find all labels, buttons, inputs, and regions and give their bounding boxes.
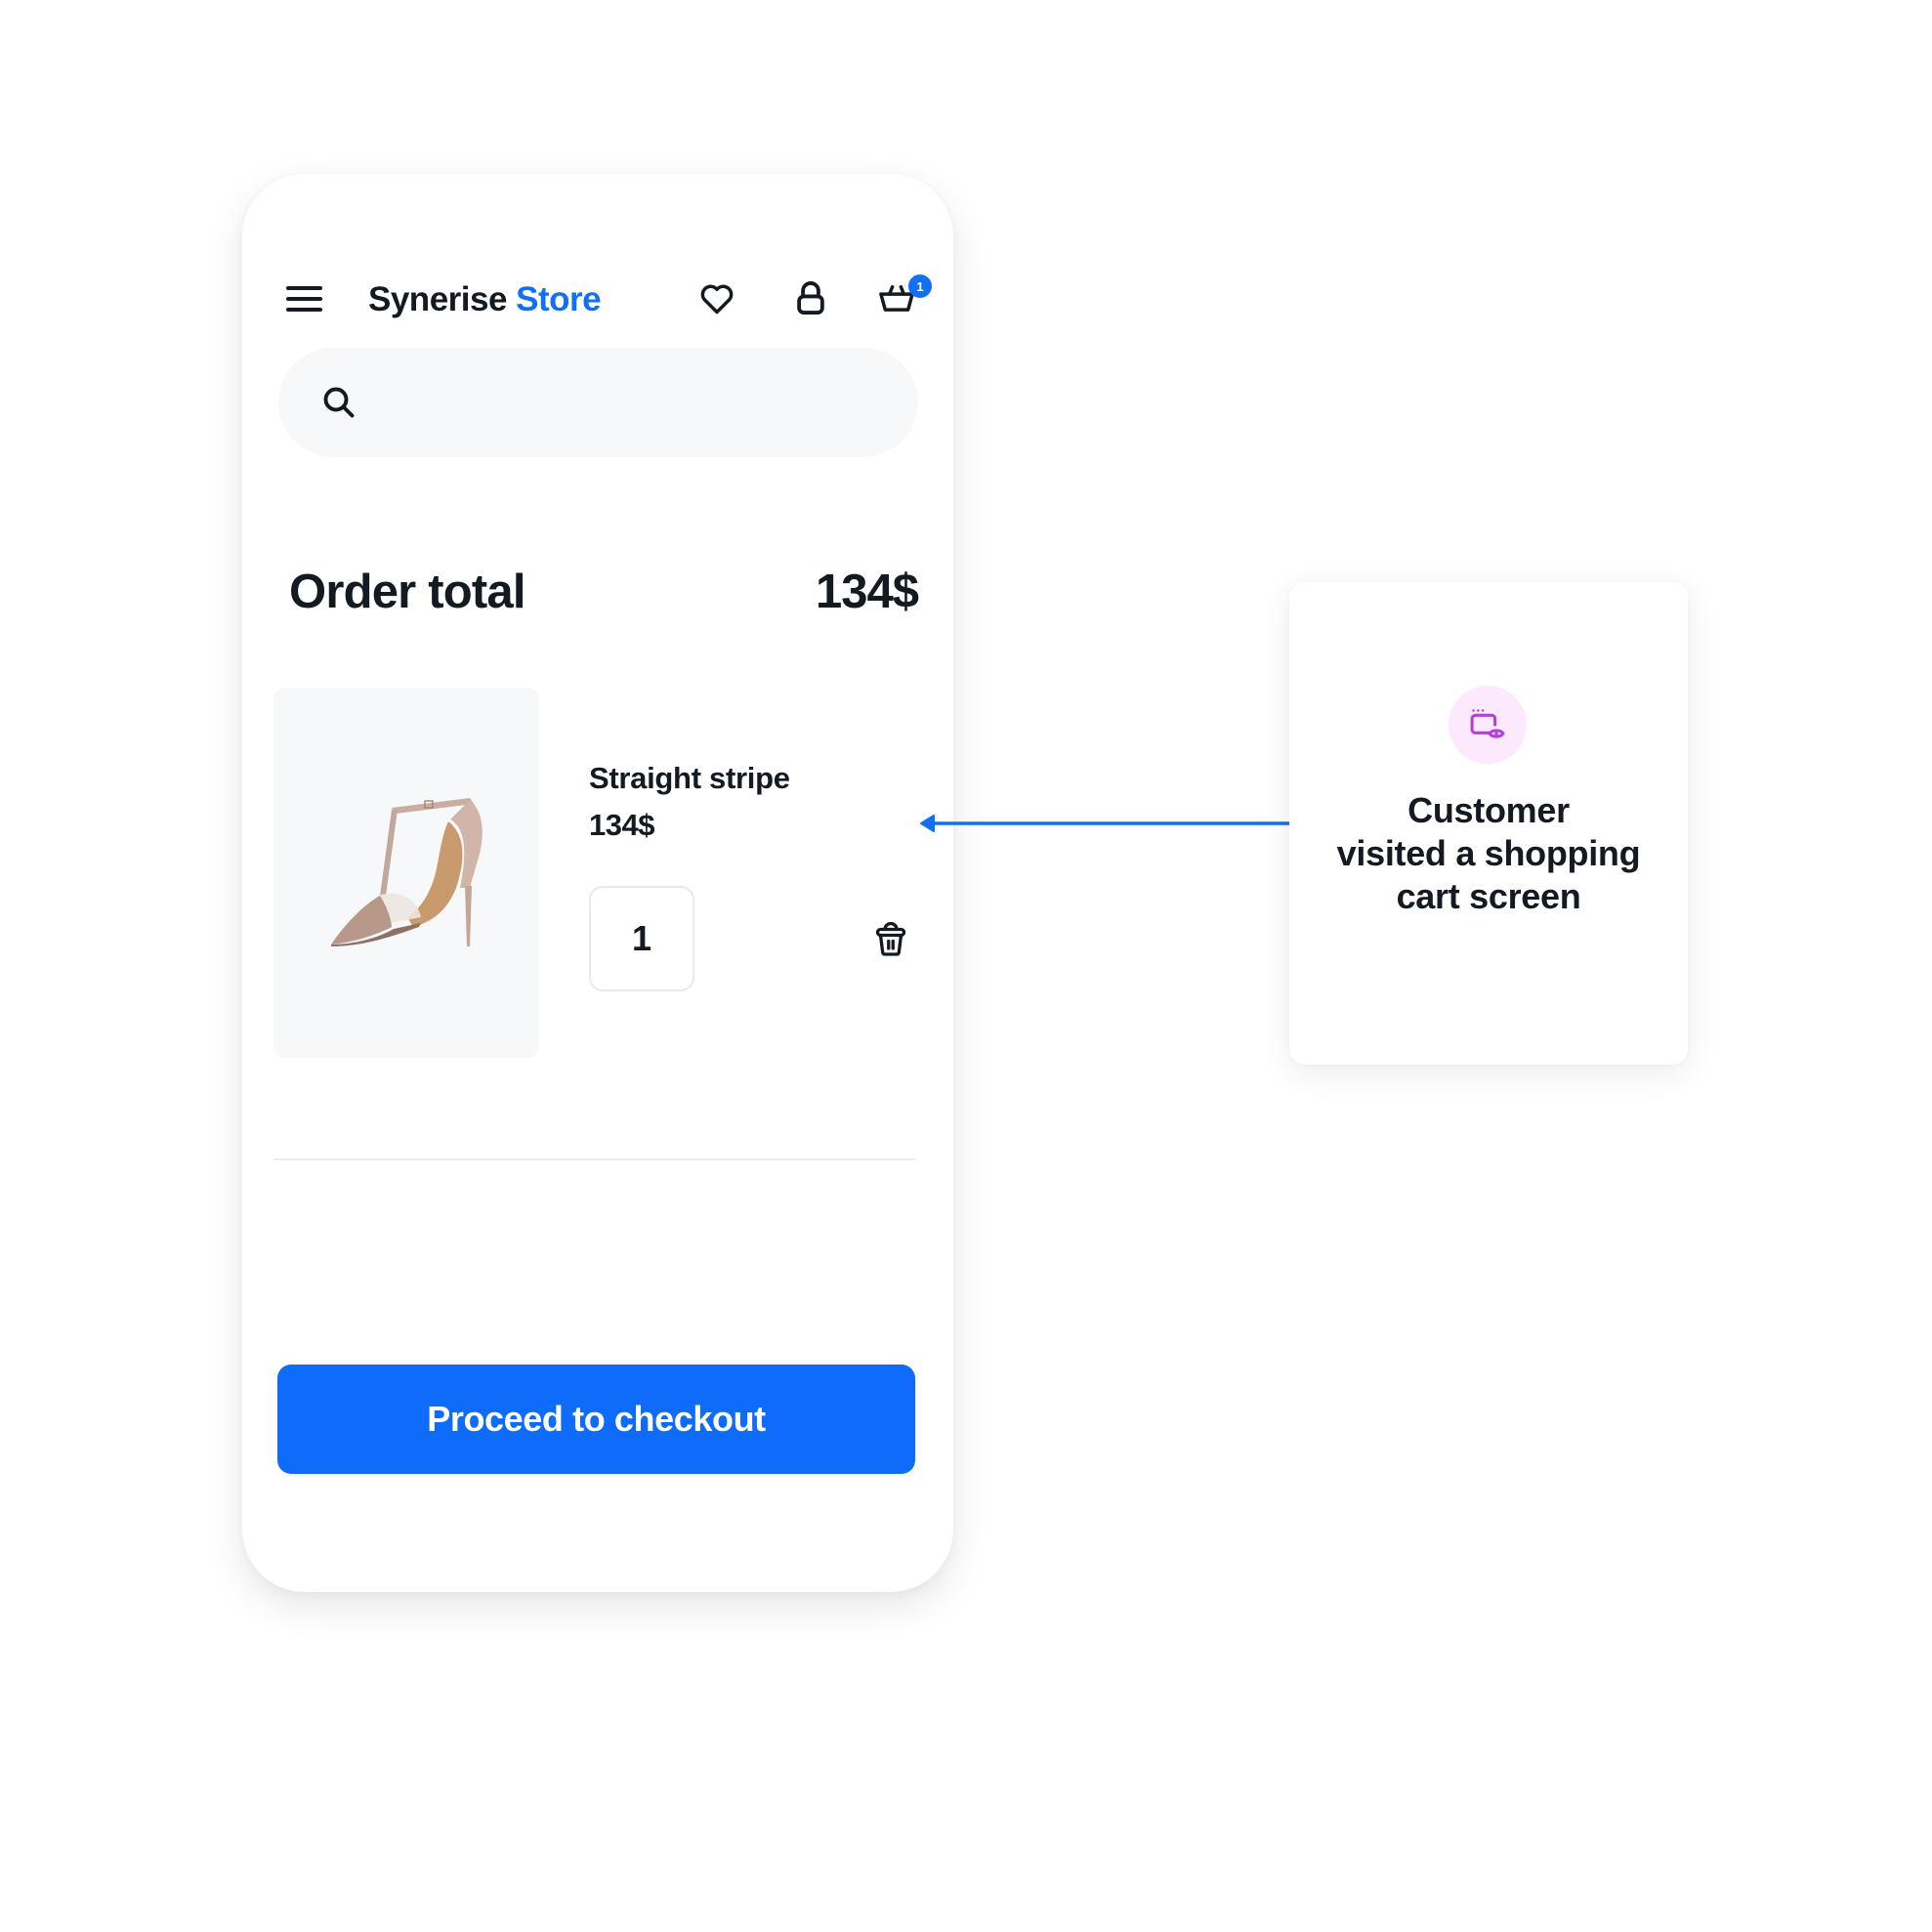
cart-count-badge: 1 — [908, 274, 932, 298]
logo-accent: Store — [516, 280, 602, 318]
arrow-head-icon — [920, 815, 935, 832]
divider — [273, 1158, 915, 1160]
event-icon-badge — [1449, 686, 1527, 764]
connector-arrow — [920, 815, 1299, 832]
search-icon — [323, 387, 355, 418]
phone-screen: Synerise Store 1 Order total 134$ Straig… — [242, 174, 953, 1592]
heart-icon[interactable] — [697, 279, 736, 318]
event-line: visited a shopping — [1336, 833, 1641, 873]
high-heel-shoe-image — [331, 797, 483, 946]
lock-icon[interactable] — [791, 278, 830, 317]
product-image[interactable] — [273, 688, 539, 1058]
order-total-label: Order total — [289, 566, 525, 618]
event-card: Customer visited a shopping cart screen — [1289, 582, 1688, 1065]
search-bar[interactable] — [278, 348, 918, 459]
event-line: cart screen — [1396, 876, 1581, 916]
hamburger-menu-icon[interactable] — [286, 285, 323, 313]
trash-icon[interactable] — [872, 921, 909, 958]
logo-primary: Synerise — [368, 280, 507, 318]
event-description: Customer visited a shopping cart screen — [1289, 789, 1688, 918]
store-logo[interactable]: Synerise Store — [368, 279, 602, 320]
proceed-to-checkout-button[interactable]: Proceed to checkout — [277, 1365, 915, 1474]
product-name[interactable]: Straight stripe — [589, 760, 790, 797]
product-price: 134$ — [589, 808, 654, 842]
search-input[interactable] — [376, 348, 888, 459]
order-total-value: 134$ — [815, 566, 919, 618]
event-line: Customer — [1407, 790, 1570, 830]
screen-view-icon — [1470, 709, 1505, 738]
quantity-field[interactable]: 1 — [589, 886, 694, 991]
